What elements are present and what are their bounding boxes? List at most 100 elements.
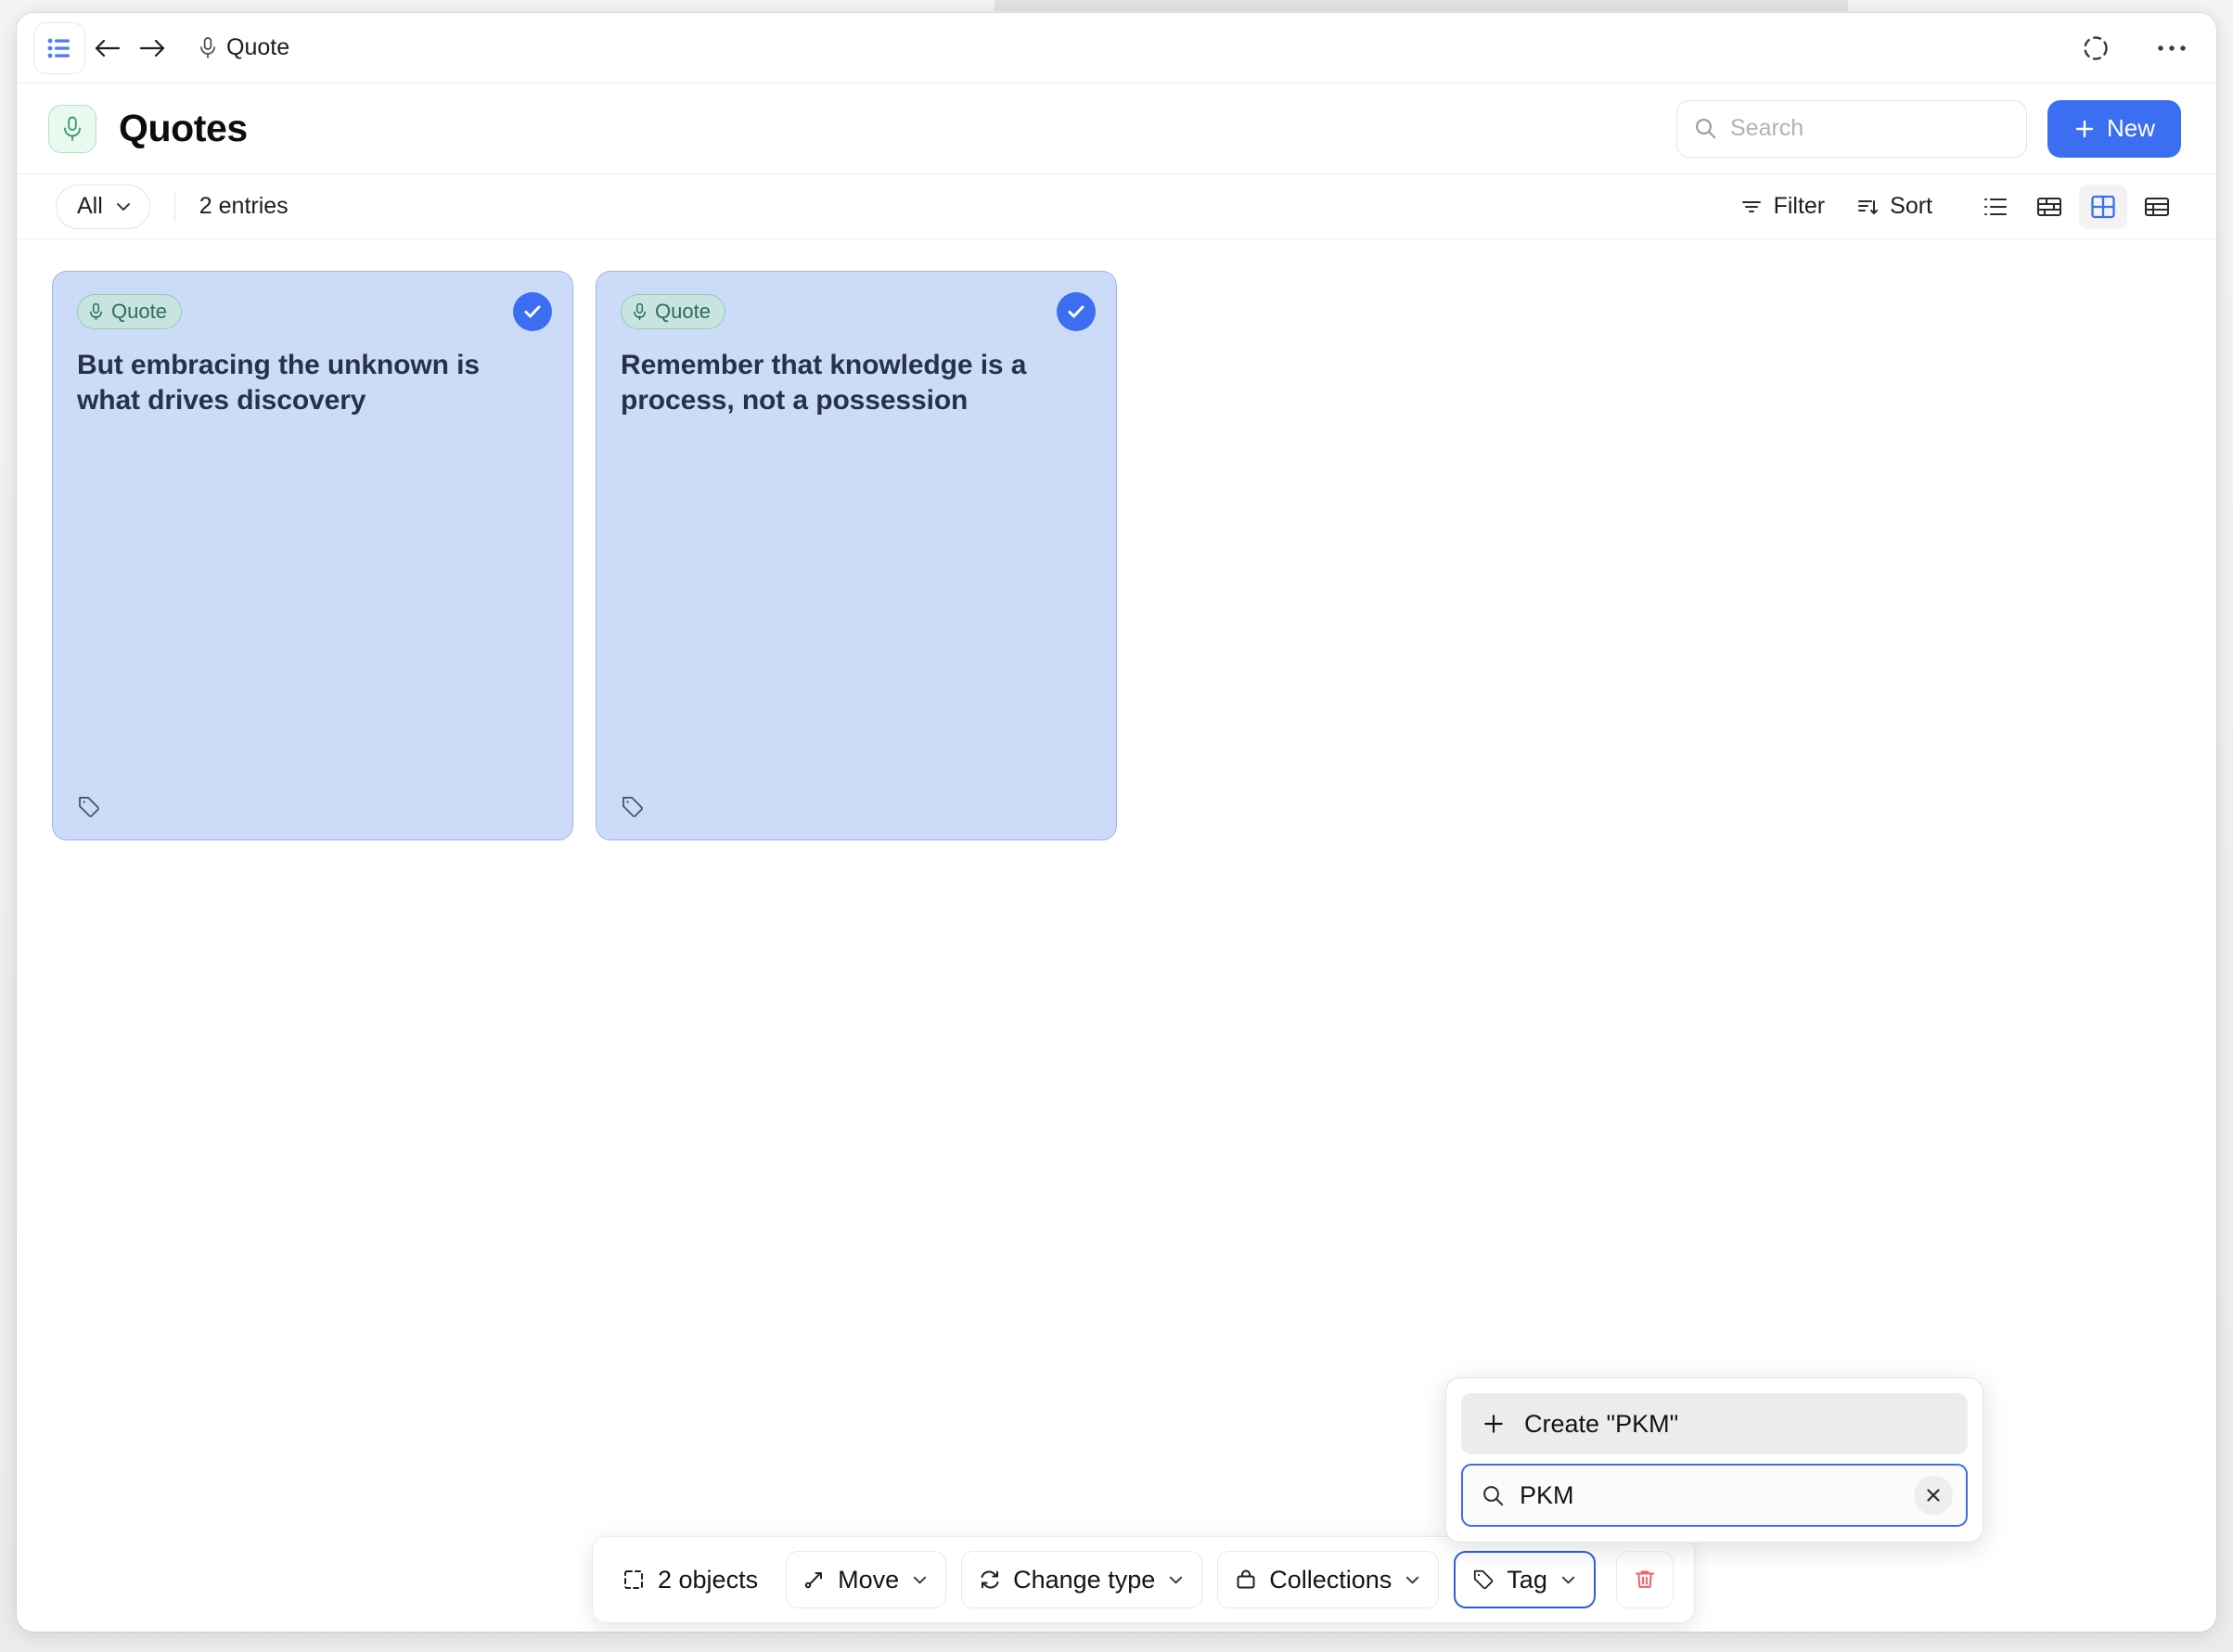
- page-title: Quotes: [119, 107, 248, 149]
- check-icon: [1065, 301, 1087, 323]
- sort-icon: [1856, 196, 1879, 218]
- tag-button[interactable]: Tag: [1454, 1551, 1596, 1608]
- more-options-button[interactable]: [2151, 28, 2192, 69]
- change-type-button-label: Change type: [1013, 1565, 1156, 1594]
- view-mode-gallery[interactable]: [2025, 185, 2073, 229]
- card-type-badge: Quote: [621, 294, 725, 329]
- move-button-label: Move: [838, 1565, 900, 1594]
- check-icon: [521, 301, 544, 323]
- quote-card[interactable]: Quote Remember that knowledge is a proce…: [596, 271, 1117, 840]
- back-button[interactable]: [85, 26, 130, 70]
- tag-search-input[interactable]: [1520, 1480, 1899, 1510]
- bulk-action-bar: 2 objects Move Change type Collections T…: [592, 1536, 1695, 1623]
- chevron-down-icon: [1559, 1571, 1577, 1589]
- all-filter-label: All: [77, 193, 103, 219]
- tag-popup: Create "PKM": [1445, 1377, 1983, 1543]
- selected-objects-label: 2 objects: [658, 1565, 759, 1594]
- card-selection-checkbox[interactable]: [1057, 292, 1096, 331]
- delete-button[interactable]: [1615, 1551, 1674, 1608]
- all-filter-dropdown[interactable]: All: [56, 184, 150, 229]
- topbar-actions: [2075, 28, 2192, 69]
- card-selection-checkbox[interactable]: [513, 292, 552, 331]
- list-icon: [1983, 196, 2008, 218]
- collection-icon: [1235, 1569, 1257, 1591]
- card-text: Remember that knowledge is a process, no…: [621, 350, 1027, 416]
- breadcrumb[interactable]: Quote: [199, 34, 289, 61]
- microphone-icon: [89, 302, 103, 321]
- move-button[interactable]: Move: [786, 1551, 947, 1608]
- microphone-icon: [199, 36, 217, 60]
- sidebar-list-icon: [47, 38, 71, 58]
- tag-search-row[interactable]: [1461, 1464, 1968, 1527]
- search-icon: [1482, 1484, 1505, 1507]
- divider: [173, 191, 175, 222]
- desktop-background: Quote Quotes Search New All 2 entries Fi…: [0, 0, 2233, 1652]
- selected-objects-count: 2 objects: [613, 1566, 771, 1594]
- arrow-right-icon: [138, 36, 166, 60]
- filter-bar: All 2 entries Filter Sort: [17, 174, 2216, 239]
- view-mode-grid[interactable]: [2079, 184, 2127, 229]
- refresh-icon: [979, 1569, 1001, 1591]
- plus-icon: [1482, 1412, 1506, 1436]
- card-tag-icon-wrapper[interactable]: [77, 795, 101, 819]
- forward-button[interactable]: [130, 26, 174, 70]
- card-type-label: Quote: [111, 300, 167, 323]
- arrow-left-icon: [94, 36, 122, 60]
- chevron-down-icon: [911, 1571, 929, 1589]
- chevron-down-icon: [114, 198, 133, 216]
- tag-button-label: Tag: [1507, 1565, 1547, 1594]
- breadcrumb-label: Quote: [226, 34, 290, 60]
- page-type-icon-wrapper: [48, 104, 96, 153]
- dashed-circle-icon: [2082, 34, 2110, 62]
- filter-button[interactable]: Filter: [1740, 193, 1826, 220]
- trash-icon: [1633, 1568, 1657, 1592]
- view-mode-switcher: [1971, 184, 2181, 229]
- top-navigation-bar: Quote: [17, 13, 2216, 83]
- close-icon: [1924, 1486, 1943, 1505]
- page-header: Quotes Search New: [17, 83, 2216, 174]
- search-input[interactable]: [1729, 115, 2009, 142]
- filter-label: Filter: [1773, 193, 1826, 219]
- card-text: But embracing the unknown is what drives…: [77, 350, 480, 416]
- header-actions: New: [1675, 99, 2181, 158]
- clear-tag-search-button[interactable]: [1914, 1476, 1953, 1515]
- new-button[interactable]: New: [2047, 99, 2181, 158]
- chevron-down-icon: [1404, 1571, 1421, 1589]
- ellipsis-icon: [2157, 44, 2187, 53]
- microphone-icon: [633, 302, 647, 321]
- move-arrow-icon: [803, 1569, 826, 1591]
- card-type-badge: Quote: [77, 294, 182, 329]
- sort-label: Sort: [1890, 193, 1932, 219]
- quote-card[interactable]: Quote But embracing the unknown is what …: [52, 271, 573, 840]
- selection-icon: [622, 1569, 645, 1591]
- tag-icon: [1472, 1569, 1495, 1591]
- filter-bar-actions: Filter Sort: [1709, 184, 2181, 229]
- card-tag-icon-wrapper[interactable]: [621, 795, 645, 819]
- plus-icon: [2073, 118, 2096, 140]
- four-square-grid-icon: [2090, 195, 2116, 219]
- app-window: Quote Quotes Search New All 2 entries Fi…: [17, 13, 2216, 1632]
- brick-grid-icon: [2036, 196, 2062, 218]
- background-window: [995, 0, 1848, 11]
- sort-button[interactable]: Sort: [1856, 193, 1932, 220]
- search-icon: [1694, 117, 1717, 140]
- view-mode-list[interactable]: [1971, 185, 2020, 229]
- card-type-label: Quote: [655, 300, 711, 323]
- filter-icon: [1740, 196, 1763, 218]
- new-button-label: New: [2106, 114, 2155, 142]
- chevron-down-icon: [1167, 1571, 1185, 1589]
- create-tag-label: Create "PKM": [1524, 1409, 1679, 1438]
- tag-icon: [77, 795, 101, 819]
- collections-button[interactable]: Collections: [1217, 1551, 1440, 1608]
- change-type-button[interactable]: Change type: [961, 1551, 1203, 1608]
- microphone-icon: [61, 115, 83, 143]
- view-mode-table[interactable]: [2133, 185, 2181, 229]
- sidebar-toggle-button[interactable]: [33, 21, 85, 74]
- collections-button-label: Collections: [1269, 1565, 1392, 1594]
- search-box[interactable]: [1675, 99, 2027, 158]
- create-tag-option[interactable]: Create "PKM": [1461, 1393, 1968, 1454]
- sync-status-button[interactable]: [2075, 28, 2116, 69]
- entries-count: 2 entries: [199, 193, 289, 219]
- table-icon: [2144, 196, 2170, 218]
- tag-icon: [621, 795, 645, 819]
